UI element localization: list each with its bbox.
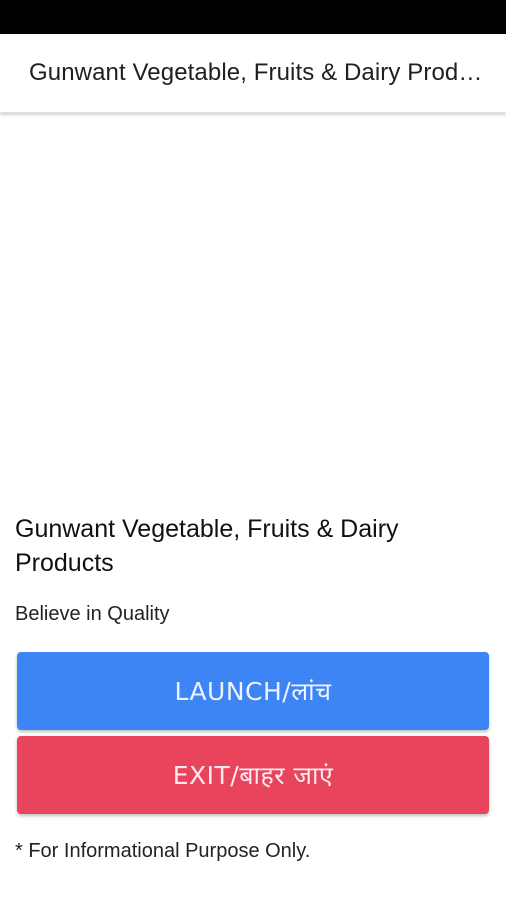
main-content: Gunwant Vegetable, Fruits & Dairy Produc…: [0, 114, 506, 900]
disclaimer-text: * For Informational Purpose Only.: [15, 840, 311, 862]
app-bar: Gunwant Vegetable, Fruits & Dairy Produc…: [0, 34, 506, 113]
launch-button[interactable]: LAUNCH/लांच: [17, 652, 489, 730]
tagline: Believe in Quality: [15, 603, 170, 625]
exit-button[interactable]: EXIT/बाहर जाएं: [17, 736, 489, 814]
business-name: Gunwant Vegetable, Fruits & Dairy Produc…: [15, 515, 399, 577]
app-title: Gunwant Vegetable, Fruits & Dairy Produc…: [29, 59, 484, 86]
status-bar: [0, 0, 506, 34]
